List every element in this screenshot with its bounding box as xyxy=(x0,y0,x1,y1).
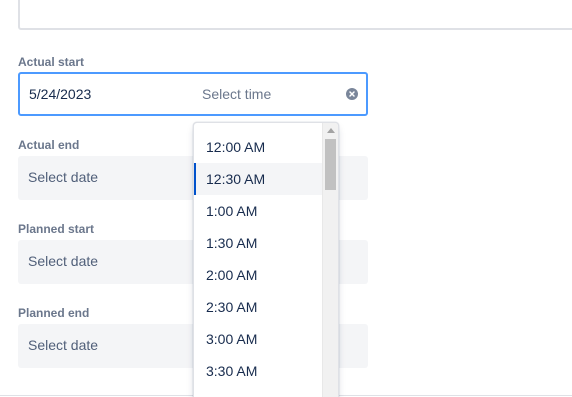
time-option[interactable]: 1:30 AM xyxy=(194,227,322,259)
previous-field[interactable] xyxy=(18,0,572,30)
time-option[interactable]: 2:00 AM xyxy=(194,259,322,291)
time-option[interactable]: 2:30 AM xyxy=(194,291,322,323)
scrollbar[interactable] xyxy=(322,123,338,397)
time-option-selected[interactable]: 12:30 AM xyxy=(194,163,322,195)
actual-end-label: Actual end xyxy=(18,138,80,152)
time-option[interactable]: 12:00 AM xyxy=(194,131,322,163)
time-options-list: 12:00 AM 12:30 AM 1:00 AM 1:30 AM 2:00 A… xyxy=(194,131,322,387)
planned-end-label: Planned end xyxy=(18,306,90,320)
actual-end-date-input[interactable]: Select date xyxy=(28,169,98,185)
actual-start-time-input[interactable]: Select time xyxy=(202,86,271,102)
clear-icon[interactable] xyxy=(346,88,358,100)
time-option[interactable]: 1:00 AM xyxy=(194,195,322,227)
time-option[interactable]: 3:00 AM xyxy=(194,323,322,355)
scroll-up-arrow-icon[interactable] xyxy=(327,128,335,133)
actual-start-field[interactable]: 5/24/2023 Select time xyxy=(18,72,368,116)
time-option[interactable]: 3:30 AM xyxy=(194,355,322,387)
page: Actual start 5/24/2023 Select time Actua… xyxy=(0,0,572,397)
actual-start-date-input[interactable]: 5/24/2023 xyxy=(29,86,91,102)
planned-start-date-input[interactable]: Select date xyxy=(28,253,98,269)
planned-start-label: Planned start xyxy=(18,222,95,236)
planned-end-date-input[interactable]: Select date xyxy=(28,337,98,353)
time-dropdown[interactable]: 12:00 AM 12:30 AM 1:00 AM 1:30 AM 2:00 A… xyxy=(193,122,339,397)
actual-start-label: Actual start xyxy=(18,55,85,69)
scroll-thumb[interactable] xyxy=(325,139,336,190)
